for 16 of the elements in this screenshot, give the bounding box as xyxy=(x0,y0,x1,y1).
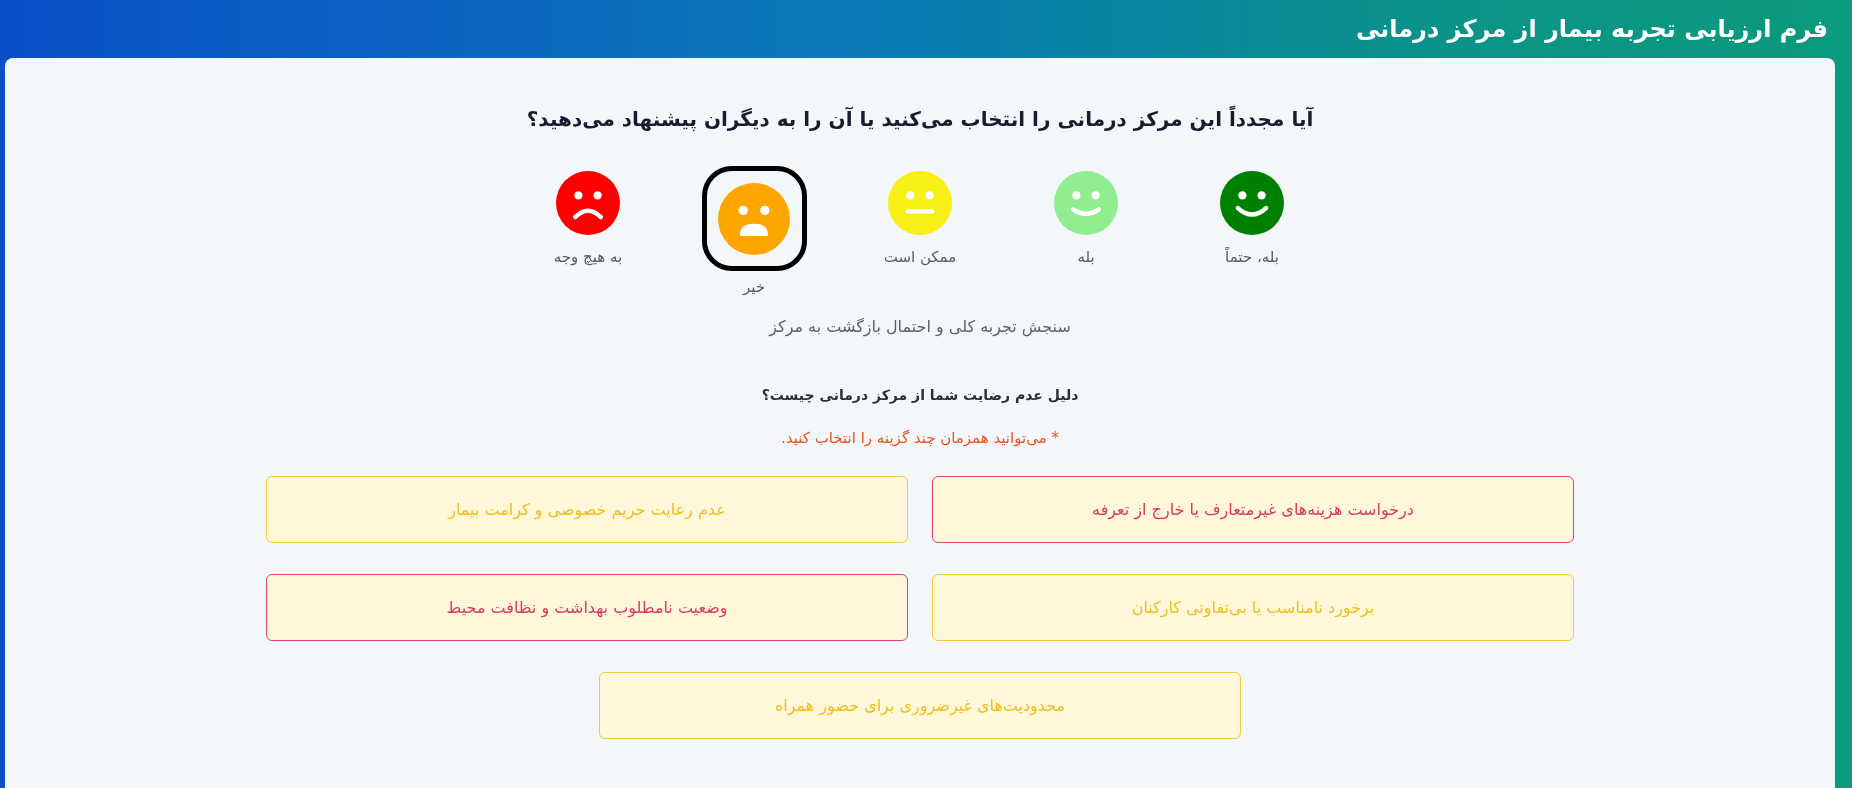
page-title: فرم ارزیابی تجربه بیمار از مرکز درمانی xyxy=(1355,17,1828,41)
reason-option[interactable]: درخواست هزینه‌های غیرمتعارف یا خارج از تعرفه xyxy=(932,476,1574,543)
frowning-face-icon xyxy=(556,171,620,235)
grinning-face-icon xyxy=(1220,171,1284,235)
sad-face-icon xyxy=(718,182,790,255)
question-caption: سنجش تجربه کلی و احتمال بازگشت به مرکز xyxy=(769,316,1071,338)
rating-option[interactable]: بله، حتماً xyxy=(1169,166,1335,297)
rating-option[interactable]: بله xyxy=(1003,166,1169,297)
reasons-title: دلیل عدم رضایت شما از مرکز درمانی چیست؟ xyxy=(761,386,1079,405)
rating-option[interactable]: به هیچ وجه xyxy=(505,166,671,297)
neutral-face-icon xyxy=(888,171,952,235)
multi-select-note: * می‌توانید همزمان چند گزینه را انتخاب کنید. xyxy=(781,428,1059,449)
reason-option[interactable]: وضعیت نامطلوب بهداشت و نظافت محیط xyxy=(266,574,908,641)
rating-option[interactable]: ممکن است xyxy=(837,166,1003,297)
question-title: آیا مجدداً این مرکز درمانی را انتخاب می‌کنید یا آن را به دیگران پیشنهاد می‌دهید؟ xyxy=(526,106,1314,132)
smiling-face-icon xyxy=(1054,171,1118,235)
